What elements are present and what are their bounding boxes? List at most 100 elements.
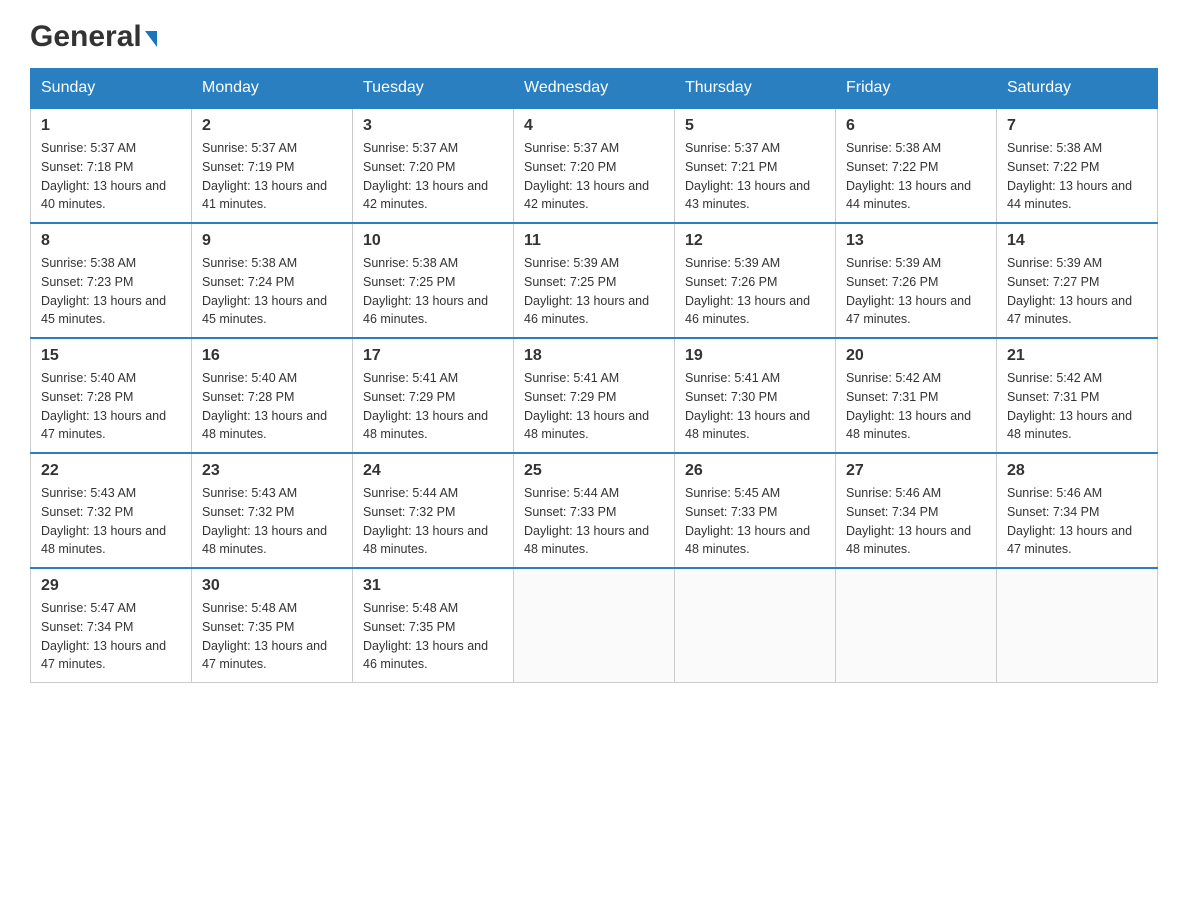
- day-number: 17: [363, 347, 503, 365]
- day-number: 5: [685, 117, 825, 135]
- calendar-cell: 18 Sunrise: 5:41 AMSunset: 7:29 PMDaylig…: [514, 338, 675, 453]
- logo-general-text: General: [30, 20, 142, 54]
- calendar-cell: [514, 568, 675, 683]
- day-info: Sunrise: 5:43 AMSunset: 7:32 PMDaylight:…: [41, 486, 166, 556]
- day-info: Sunrise: 5:44 AMSunset: 7:33 PMDaylight:…: [524, 486, 649, 556]
- calendar-cell: 28 Sunrise: 5:46 AMSunset: 7:34 PMDaylig…: [997, 453, 1158, 568]
- day-info: Sunrise: 5:46 AMSunset: 7:34 PMDaylight:…: [846, 486, 971, 556]
- column-header-sunday: Sunday: [31, 69, 192, 109]
- day-number: 8: [41, 232, 181, 250]
- day-number: 6: [846, 117, 986, 135]
- day-number: 28: [1007, 462, 1147, 480]
- day-number: 16: [202, 347, 342, 365]
- day-info: Sunrise: 5:48 AMSunset: 7:35 PMDaylight:…: [363, 601, 488, 671]
- calendar-cell: 3 Sunrise: 5:37 AMSunset: 7:20 PMDayligh…: [353, 108, 514, 223]
- calendar-cell: 10 Sunrise: 5:38 AMSunset: 7:25 PMDaylig…: [353, 223, 514, 338]
- calendar-cell: 7 Sunrise: 5:38 AMSunset: 7:22 PMDayligh…: [997, 108, 1158, 223]
- calendar-cell: 23 Sunrise: 5:43 AMSunset: 7:32 PMDaylig…: [192, 453, 353, 568]
- day-info: Sunrise: 5:39 AMSunset: 7:27 PMDaylight:…: [1007, 256, 1132, 326]
- day-info: Sunrise: 5:40 AMSunset: 7:28 PMDaylight:…: [41, 371, 166, 441]
- column-header-saturday: Saturday: [997, 69, 1158, 109]
- page-header: General: [30, 20, 1158, 48]
- day-number: 13: [846, 232, 986, 250]
- day-number: 24: [363, 462, 503, 480]
- calendar-cell: 21 Sunrise: 5:42 AMSunset: 7:31 PMDaylig…: [997, 338, 1158, 453]
- column-header-monday: Monday: [192, 69, 353, 109]
- day-info: Sunrise: 5:47 AMSunset: 7:34 PMDaylight:…: [41, 601, 166, 671]
- day-info: Sunrise: 5:41 AMSunset: 7:30 PMDaylight:…: [685, 371, 810, 441]
- day-info: Sunrise: 5:45 AMSunset: 7:33 PMDaylight:…: [685, 486, 810, 556]
- day-info: Sunrise: 5:39 AMSunset: 7:26 PMDaylight:…: [685, 256, 810, 326]
- day-info: Sunrise: 5:37 AMSunset: 7:18 PMDaylight:…: [41, 141, 166, 211]
- day-info: Sunrise: 5:38 AMSunset: 7:24 PMDaylight:…: [202, 256, 327, 326]
- column-header-tuesday: Tuesday: [353, 69, 514, 109]
- calendar-cell: 13 Sunrise: 5:39 AMSunset: 7:26 PMDaylig…: [836, 223, 997, 338]
- calendar-week-row: 29 Sunrise: 5:47 AMSunset: 7:34 PMDaylig…: [31, 568, 1158, 683]
- calendar-cell: 24 Sunrise: 5:44 AMSunset: 7:32 PMDaylig…: [353, 453, 514, 568]
- day-number: 26: [685, 462, 825, 480]
- calendar-week-row: 1 Sunrise: 5:37 AMSunset: 7:18 PMDayligh…: [31, 108, 1158, 223]
- calendar-cell: 16 Sunrise: 5:40 AMSunset: 7:28 PMDaylig…: [192, 338, 353, 453]
- day-number: 11: [524, 232, 664, 250]
- day-info: Sunrise: 5:42 AMSunset: 7:31 PMDaylight:…: [846, 371, 971, 441]
- calendar-week-row: 15 Sunrise: 5:40 AMSunset: 7:28 PMDaylig…: [31, 338, 1158, 453]
- column-header-friday: Friday: [836, 69, 997, 109]
- calendar-cell: 4 Sunrise: 5:37 AMSunset: 7:20 PMDayligh…: [514, 108, 675, 223]
- day-info: Sunrise: 5:48 AMSunset: 7:35 PMDaylight:…: [202, 601, 327, 671]
- calendar-cell: 6 Sunrise: 5:38 AMSunset: 7:22 PMDayligh…: [836, 108, 997, 223]
- day-number: 19: [685, 347, 825, 365]
- day-number: 18: [524, 347, 664, 365]
- calendar-cell: 8 Sunrise: 5:38 AMSunset: 7:23 PMDayligh…: [31, 223, 192, 338]
- calendar-week-row: 8 Sunrise: 5:38 AMSunset: 7:23 PMDayligh…: [31, 223, 1158, 338]
- day-number: 27: [846, 462, 986, 480]
- day-info: Sunrise: 5:38 AMSunset: 7:25 PMDaylight:…: [363, 256, 488, 326]
- day-info: Sunrise: 5:40 AMSunset: 7:28 PMDaylight:…: [202, 371, 327, 441]
- day-number: 29: [41, 577, 181, 595]
- day-number: 4: [524, 117, 664, 135]
- calendar-cell: 1 Sunrise: 5:37 AMSunset: 7:18 PMDayligh…: [31, 108, 192, 223]
- day-info: Sunrise: 5:38 AMSunset: 7:22 PMDaylight:…: [846, 141, 971, 211]
- calendar-cell: 25 Sunrise: 5:44 AMSunset: 7:33 PMDaylig…: [514, 453, 675, 568]
- day-number: 23: [202, 462, 342, 480]
- day-info: Sunrise: 5:38 AMSunset: 7:22 PMDaylight:…: [1007, 141, 1132, 211]
- day-number: 31: [363, 577, 503, 595]
- day-info: Sunrise: 5:46 AMSunset: 7:34 PMDaylight:…: [1007, 486, 1132, 556]
- calendar-cell: 26 Sunrise: 5:45 AMSunset: 7:33 PMDaylig…: [675, 453, 836, 568]
- logo: General: [30, 20, 157, 48]
- column-header-thursday: Thursday: [675, 69, 836, 109]
- day-info: Sunrise: 5:37 AMSunset: 7:19 PMDaylight:…: [202, 141, 327, 211]
- day-info: Sunrise: 5:41 AMSunset: 7:29 PMDaylight:…: [524, 371, 649, 441]
- column-header-wednesday: Wednesday: [514, 69, 675, 109]
- calendar-cell: 5 Sunrise: 5:37 AMSunset: 7:21 PMDayligh…: [675, 108, 836, 223]
- day-info: Sunrise: 5:39 AMSunset: 7:25 PMDaylight:…: [524, 256, 649, 326]
- day-number: 10: [363, 232, 503, 250]
- calendar-cell: 17 Sunrise: 5:41 AMSunset: 7:29 PMDaylig…: [353, 338, 514, 453]
- calendar-cell: 20 Sunrise: 5:42 AMSunset: 7:31 PMDaylig…: [836, 338, 997, 453]
- day-number: 25: [524, 462, 664, 480]
- calendar-cell: 31 Sunrise: 5:48 AMSunset: 7:35 PMDaylig…: [353, 568, 514, 683]
- calendar-cell: 2 Sunrise: 5:37 AMSunset: 7:19 PMDayligh…: [192, 108, 353, 223]
- calendar-cell: [675, 568, 836, 683]
- calendar-cell: 11 Sunrise: 5:39 AMSunset: 7:25 PMDaylig…: [514, 223, 675, 338]
- day-info: Sunrise: 5:42 AMSunset: 7:31 PMDaylight:…: [1007, 371, 1132, 441]
- day-number: 21: [1007, 347, 1147, 365]
- day-number: 22: [41, 462, 181, 480]
- calendar-cell: 9 Sunrise: 5:38 AMSunset: 7:24 PMDayligh…: [192, 223, 353, 338]
- calendar-cell: 29 Sunrise: 5:47 AMSunset: 7:34 PMDaylig…: [31, 568, 192, 683]
- day-number: 9: [202, 232, 342, 250]
- day-info: Sunrise: 5:37 AMSunset: 7:20 PMDaylight:…: [363, 141, 488, 211]
- day-info: Sunrise: 5:37 AMSunset: 7:21 PMDaylight:…: [685, 141, 810, 211]
- calendar-cell: 19 Sunrise: 5:41 AMSunset: 7:30 PMDaylig…: [675, 338, 836, 453]
- day-number: 3: [363, 117, 503, 135]
- calendar-cell: 22 Sunrise: 5:43 AMSunset: 7:32 PMDaylig…: [31, 453, 192, 568]
- day-info: Sunrise: 5:44 AMSunset: 7:32 PMDaylight:…: [363, 486, 488, 556]
- day-number: 15: [41, 347, 181, 365]
- calendar-cell: [997, 568, 1158, 683]
- day-number: 14: [1007, 232, 1147, 250]
- day-number: 12: [685, 232, 825, 250]
- calendar-cell: 30 Sunrise: 5:48 AMSunset: 7:35 PMDaylig…: [192, 568, 353, 683]
- calendar-cell: 14 Sunrise: 5:39 AMSunset: 7:27 PMDaylig…: [997, 223, 1158, 338]
- calendar-cell: 27 Sunrise: 5:46 AMSunset: 7:34 PMDaylig…: [836, 453, 997, 568]
- calendar-cell: [836, 568, 997, 683]
- day-number: 7: [1007, 117, 1147, 135]
